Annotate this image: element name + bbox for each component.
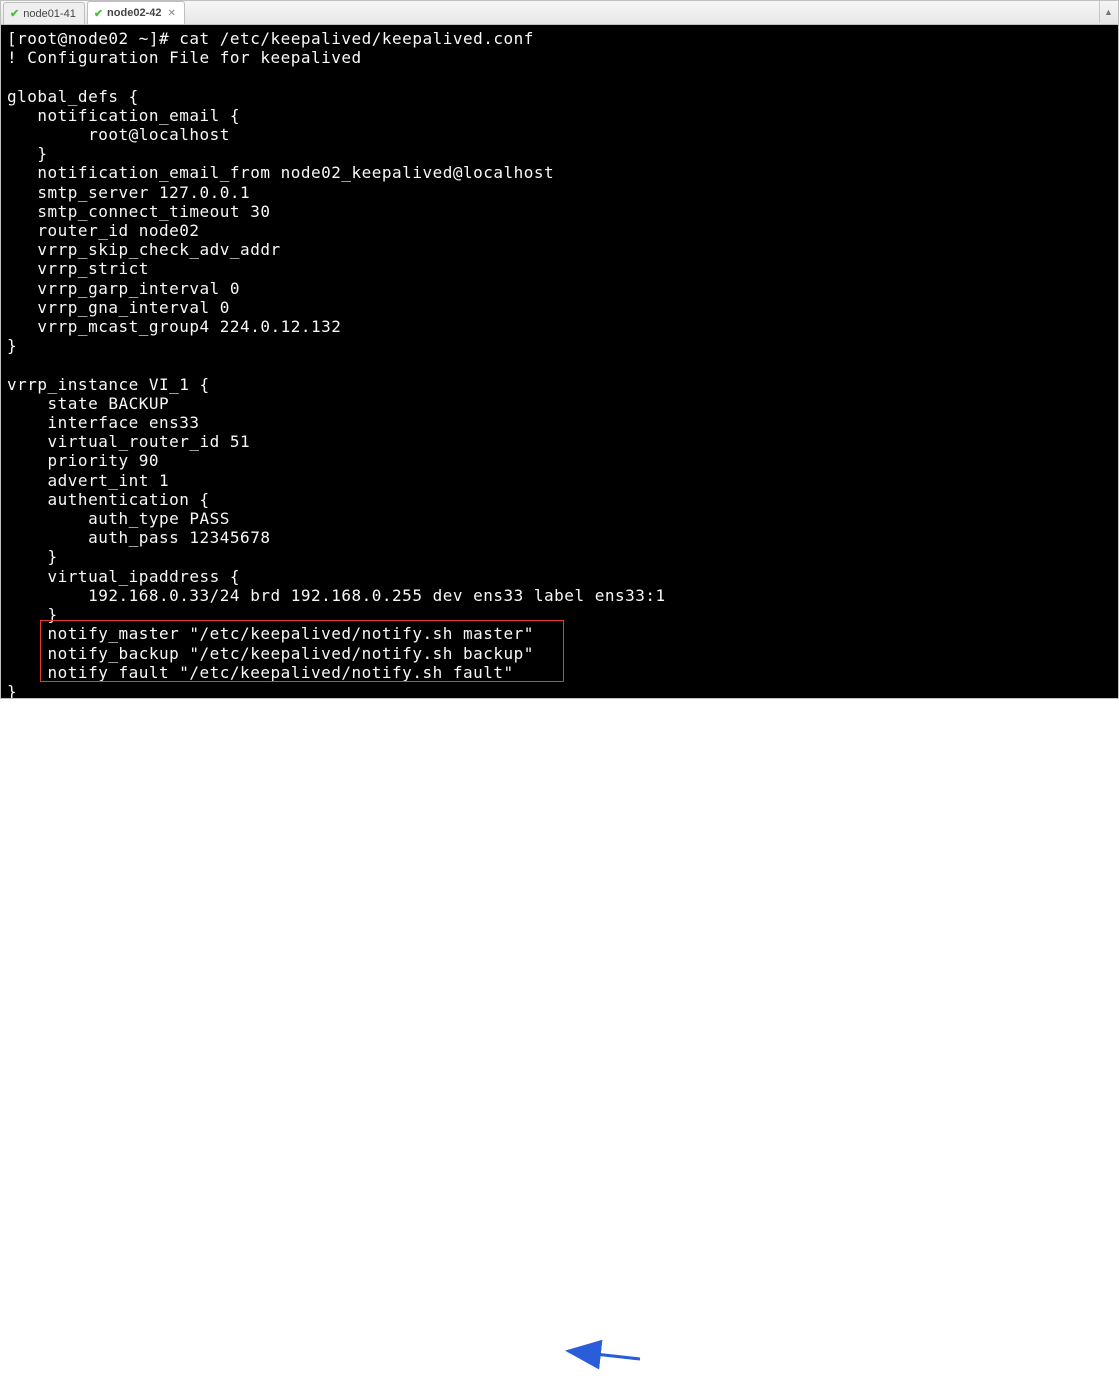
tab-label: node01-41 — [23, 8, 76, 20]
chevron-up-icon: ▲ — [1104, 7, 1113, 17]
tab-bar: ✔ node01-41 ✔ node02-42 ✕ ▲ — [1, 1, 1118, 25]
app-window: ✔ node01-41 ✔ node02-42 ✕ ▲ [root@node02… — [0, 0, 1119, 699]
close-icon[interactable]: ✕ — [167, 8, 175, 19]
scrollbar-up-button[interactable]: ▲ — [1099, 1, 1117, 23]
tab-node02-42[interactable]: ✔ node02-42 ✕ — [87, 1, 185, 24]
new-tab-area[interactable] — [187, 8, 203, 24]
connected-icon: ✔ — [94, 7, 103, 20]
tab-label: node02-42 — [107, 7, 161, 19]
terminal-output[interactable]: [root@node02 ~]# cat /etc/keepalived/kee… — [1, 25, 1118, 698]
tab-node01-41[interactable]: ✔ node01-41 — [3, 2, 85, 24]
connected-icon: ✔ — [10, 7, 19, 20]
annotation-arrow — [0, 699, 1119, 1398]
